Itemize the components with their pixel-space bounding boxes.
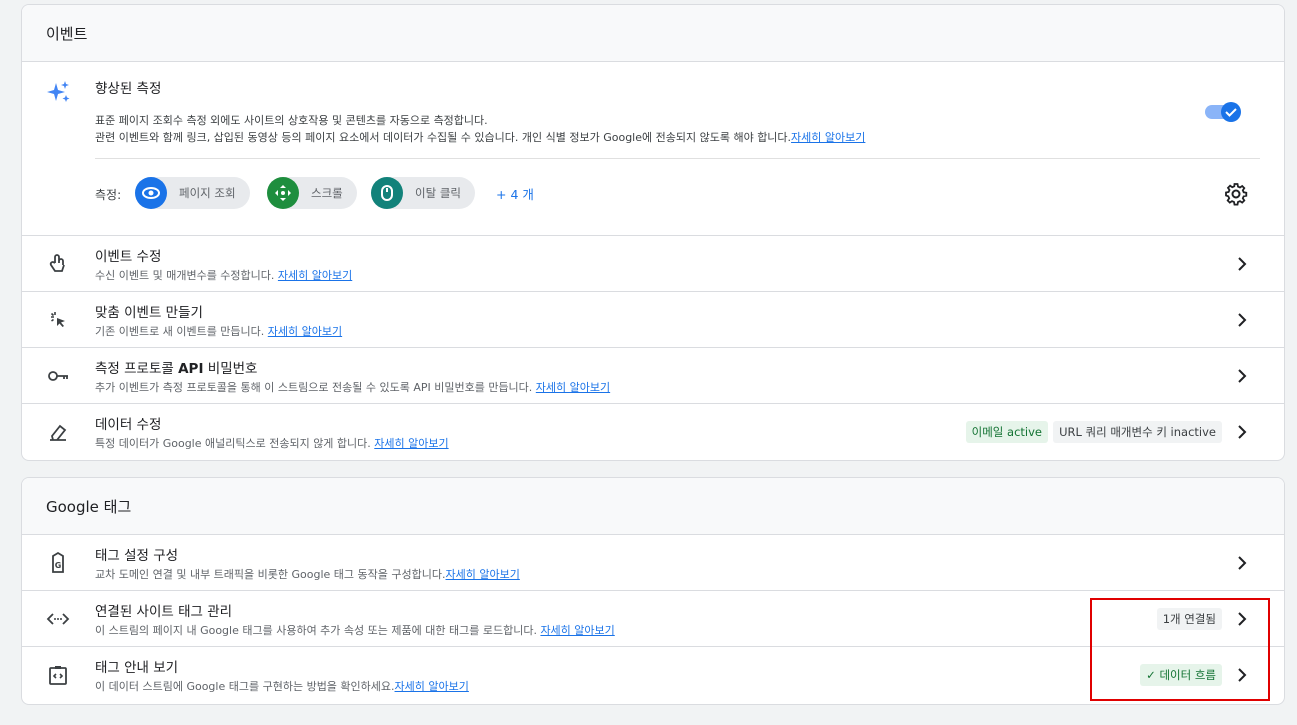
more-measurements-link[interactable]: + 4 개 (496, 184, 534, 203)
enhanced-desc-line2-text: 관련 이벤트와 함께 링크, 삽입된 동영상 등의 페이지 요소에서 데이터가 … (95, 131, 792, 144)
enhanced-description: 표준 페이지 조회수 측정 외에도 사이트의 상호작용 및 콘텐츠를 자동으로 … (95, 112, 865, 146)
learn-more-link[interactable]: 자세히 알아보기 (536, 381, 610, 394)
row-desc-text: 기존 이벤트로 새 이벤트를 만듭니다. (95, 325, 268, 338)
row-title-part: 비밀번호 (203, 361, 258, 377)
enhanced-measurement: 향상된 측정 표준 페이지 조회수 측정 외에도 사이트의 상호작용 및 콘텐츠… (22, 62, 1284, 236)
chevron-right-icon (1238, 313, 1247, 327)
scroll-icon (267, 177, 299, 209)
row-title: 연결된 사이트 태그 관리 (95, 604, 233, 620)
row-title: 데이터 수정 (95, 417, 162, 433)
eye-icon (135, 177, 167, 209)
learn-more-link[interactable]: 자세히 알아보기 (446, 568, 520, 581)
email-status-badge: 이메일 active (965, 421, 1048, 443)
highlight-box (1090, 598, 1270, 701)
chevron-right-icon (1238, 425, 1247, 439)
chevron-right-icon (1238, 556, 1247, 570)
row-title: 맞춤 이벤트 만들기 (95, 305, 203, 321)
row-desc: 수신 이벤트 및 매개변수를 수정합니다. 자세히 알아보기 (95, 267, 352, 283)
row-measurement-protocol[interactable]: 측정 프로토콜 API 비밀번호 추가 이벤트가 측정 프로토콜을 통해 이 스… (22, 348, 1284, 404)
row-desc: 이 데이터 스트림에 Google 태그를 구현하는 방법을 확인하세요.자세히… (95, 678, 469, 694)
measure-label: 측정: (95, 188, 122, 202)
pill-scroll[interactable]: 스크롤 (267, 177, 357, 209)
pill-label: 페이지 조회 (179, 186, 236, 200)
row-title: 태그 안내 보기 (95, 660, 179, 676)
pill-label: 스크롤 (311, 186, 343, 200)
learn-more-link[interactable]: 자세히 알아보기 (395, 680, 469, 693)
row-desc-text: 추가 이벤트가 측정 프로토콜을 통해 이 스트림으로 전송될 수 있도록 AP… (95, 381, 536, 394)
row-title: 측정 프로토콜 API 비밀번호 (95, 357, 257, 377)
row-desc-text: 특정 데이터가 Google 애널리틱스로 전송되지 않게 합니다. (95, 437, 375, 450)
pill-page-view[interactable]: 페이지 조회 (135, 177, 250, 209)
row-desc: 이 스트림의 페이지 내 Google 태그를 사용하여 추가 속성 또는 제품… (95, 622, 615, 638)
sparkle-icon (47, 81, 70, 102)
enhanced-title: 향상된 측정 (95, 81, 162, 97)
pill-label: 이탈 클릭 (415, 186, 461, 200)
row-desc: 추가 이벤트가 측정 프로토콜을 통해 이 스트림으로 전송될 수 있도록 AP… (95, 379, 610, 395)
events-card: 이벤트 향상된 측정 표준 페이지 조회수 측정 외에도 사이트의 상호작용 및… (21, 4, 1285, 461)
row-title: 이벤트 수정 (95, 249, 162, 265)
row-configure-tag-settings[interactable]: G 태그 설정 구성 교차 도메인 연결 및 내부 트래픽을 비롯한 Googl… (22, 535, 1284, 591)
learn-more-link[interactable]: 자세히 알아보기 (791, 131, 865, 144)
row-desc-text: 이 스트림의 페이지 내 Google 태그를 사용하여 추가 속성 또는 제품… (95, 624, 541, 637)
row-data-redaction[interactable]: 데이터 수정 특정 데이터가 Google 애널리틱스로 전송되지 않게 합니다… (22, 404, 1284, 460)
touch-icon (49, 254, 65, 272)
chevron-right-icon (1238, 257, 1247, 271)
key-icon (48, 371, 68, 381)
row-create-custom-event[interactable]: 맞춤 이벤트 만들기 기존 이벤트로 새 이벤트를 만듭니다. 자세히 알아보기 (22, 292, 1284, 348)
row-modify-events[interactable]: 이벤트 수정 수신 이벤트 및 매개변수를 수정합니다. 자세히 알아보기 (22, 236, 1284, 292)
google-tag-header: Google 태그 (22, 478, 1284, 535)
row-desc: 기존 이벤트로 새 이벤트를 만듭니다. 자세히 알아보기 (95, 323, 342, 339)
enhanced-desc-line2: 관련 이벤트와 함께 링크, 삽입된 동영상 등의 페이지 요소에서 데이터가 … (95, 129, 865, 146)
eraser-icon (50, 424, 67, 441)
click-sparkle-icon (50, 312, 65, 327)
row-desc: 교차 도메인 연결 및 내부 트래픽을 비롯한 Google 태그 동작을 구성… (95, 566, 520, 582)
learn-more-link[interactable]: 자세히 알아보기 (278, 269, 352, 282)
row-title-part: 측정 프로토콜 (95, 361, 179, 377)
row-desc-text: 교차 도메인 연결 및 내부 트래픽을 비롯한 Google 태그 동작을 구성… (95, 568, 446, 581)
row-title: 태그 설정 구성 (95, 548, 179, 564)
svg-text:G: G (55, 561, 62, 570)
pill-outbound-click[interactable]: 이탈 클릭 (371, 177, 475, 209)
row-title-api: API (178, 361, 204, 377)
chevron-right-icon (1238, 369, 1247, 383)
divider (95, 158, 1260, 159)
tag-g-icon: G (52, 551, 64, 573)
learn-more-link[interactable]: 자세히 알아보기 (374, 437, 448, 450)
enhanced-desc-line1: 표준 페이지 조회수 측정 외에도 사이트의 상호작용 및 콘텐츠를 자동으로 … (95, 114, 488, 127)
mouse-icon (371, 177, 403, 209)
row-desc-text: 수신 이벤트 및 매개변수를 수정합니다. (95, 269, 278, 282)
gear-icon[interactable] (1224, 182, 1248, 206)
enhanced-measurement-toggle[interactable] (1203, 100, 1243, 124)
learn-more-link[interactable]: 자세히 알아보기 (540, 624, 614, 637)
url-query-status-badge: URL 쿼리 매개변수 키 inactive (1053, 421, 1222, 443)
code-clipboard-icon (49, 666, 67, 685)
row-desc-text: 이 데이터 스트림에 Google 태그를 구현하는 방법을 확인하세요. (95, 680, 395, 693)
events-header: 이벤트 (22, 5, 1284, 62)
learn-more-link[interactable]: 자세히 알아보기 (268, 325, 342, 338)
row-desc: 특정 데이터가 Google 애널리틱스로 전송되지 않게 합니다. 자세히 알… (95, 435, 449, 451)
code-arrows-icon (46, 613, 70, 625)
